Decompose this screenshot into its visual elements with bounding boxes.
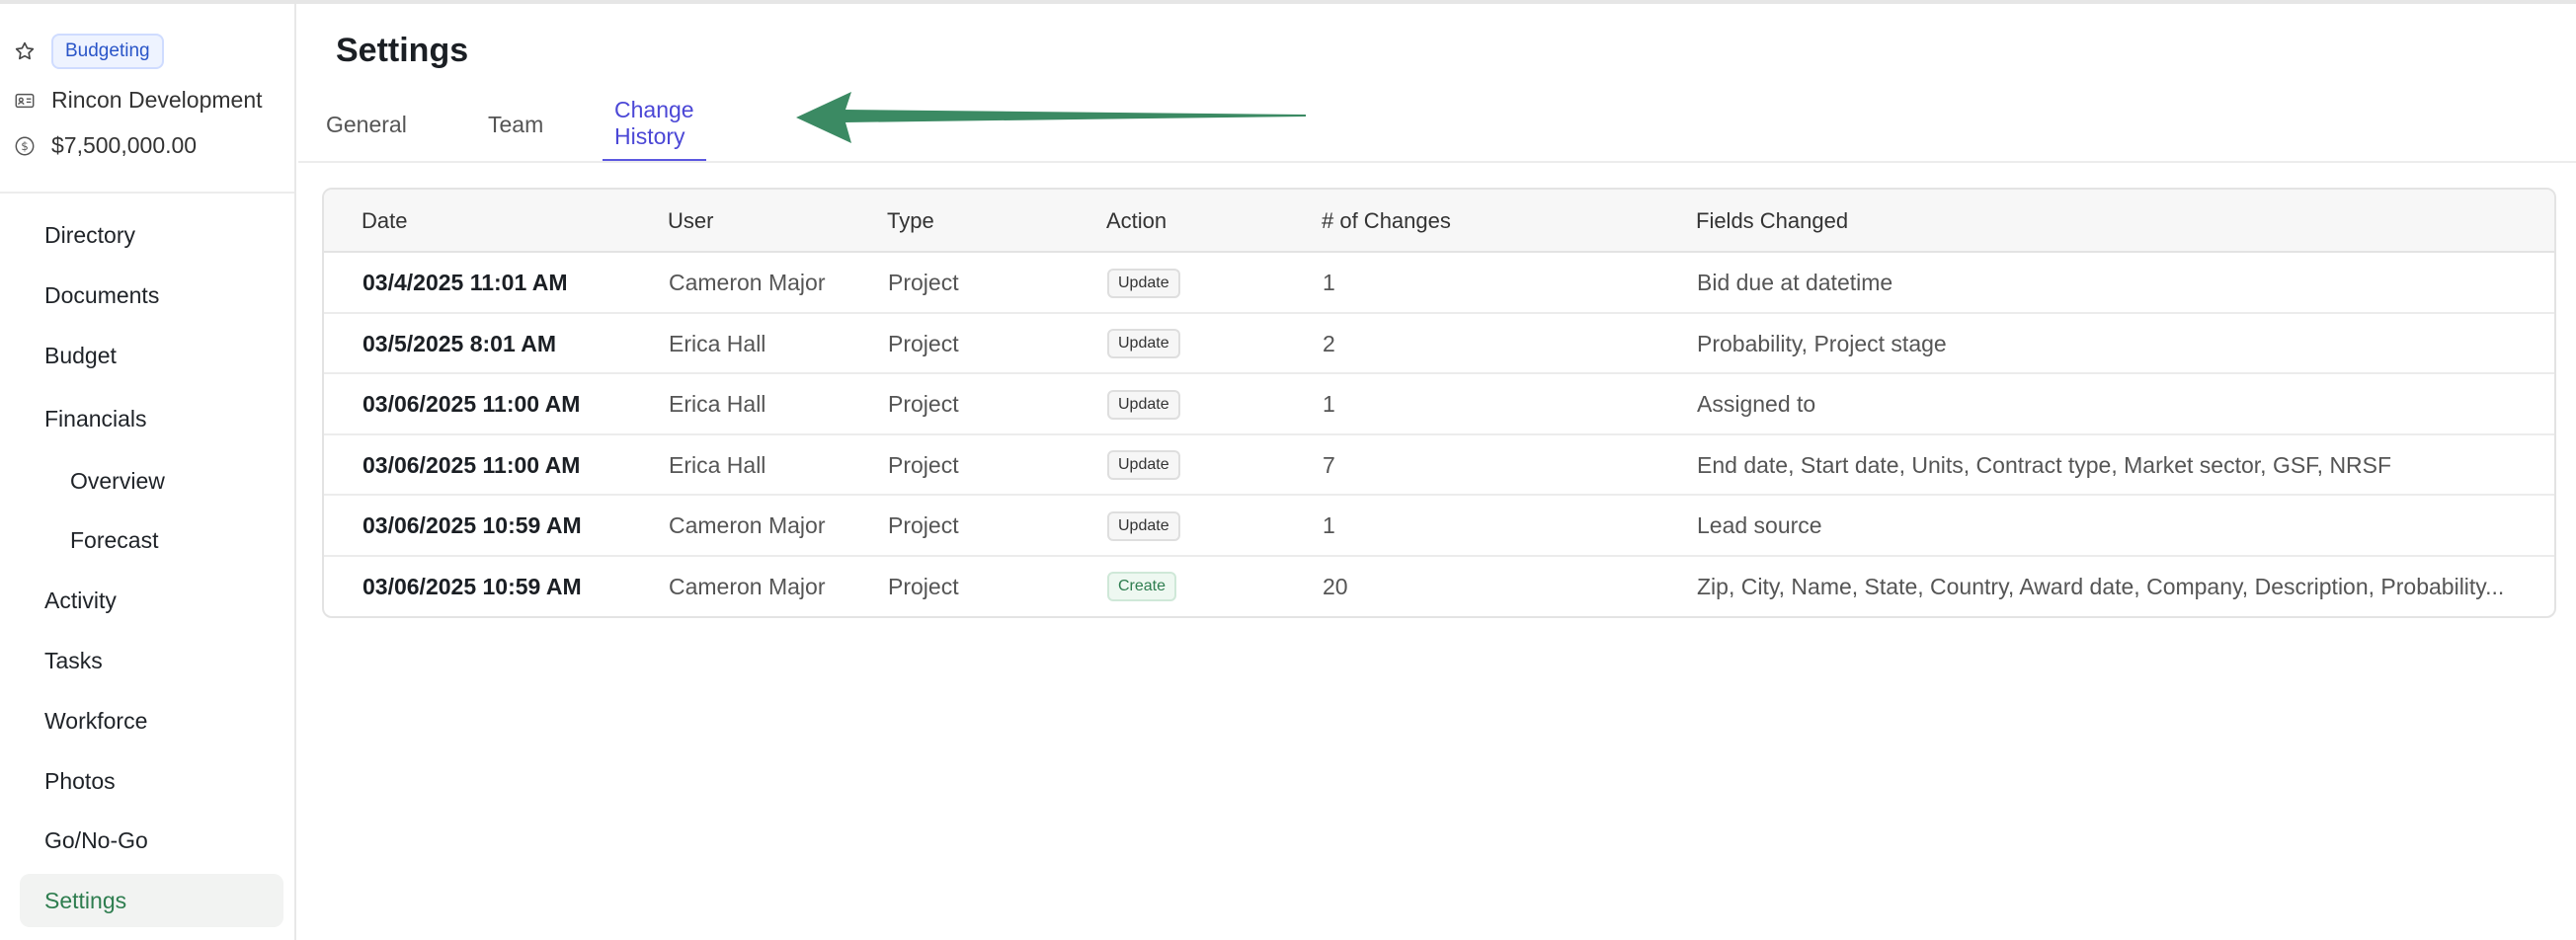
cell-type: Project (888, 391, 959, 417)
table-row[interactable]: 03/06/2025 10:59 AM Cameron Major Projec… (324, 557, 2554, 617)
tab-team[interactable]: Team (476, 87, 555, 162)
table-row[interactable]: 03/06/2025 11:00 AM Erica Hall Project U… (324, 374, 2554, 435)
fields-changed-text: Zip, City, Name, State, Country, Award d… (1697, 573, 2505, 599)
sidebar-item-workforce[interactable]: Workforce (20, 694, 283, 747)
cell-type: Project (888, 573, 959, 599)
page-title: Settings (336, 32, 469, 69)
sidebar-item-photos[interactable]: Photos (20, 754, 283, 808)
column-header-date[interactable]: Date (362, 190, 407, 253)
cell-action: Update (1107, 435, 1180, 496)
cell-fields: Bid due at datetime (1697, 253, 2536, 313)
app-window: Budgeting Rincon Development $ $7,500,00… (0, 0, 2576, 940)
cell-changes: 7 (1323, 451, 1335, 478)
sidebar-item-overview[interactable]: Overview (20, 454, 283, 508)
cell-changes: 20 (1323, 573, 1348, 599)
column-header-action[interactable]: Action (1106, 190, 1167, 253)
cell-action: Update (1107, 253, 1180, 313)
sidebar-item-activity[interactable]: Activity (20, 574, 283, 627)
project-amount: $7,500,000.00 (51, 132, 198, 158)
cell-changes: 1 (1323, 391, 1335, 417)
sidebar-item-documents[interactable]: Documents (20, 269, 283, 322)
status-badge: Budgeting (51, 34, 164, 69)
action-badge: Update (1107, 389, 1180, 420)
cell-type: Project (888, 330, 959, 356)
cell-user: Cameron Major (669, 270, 826, 295)
column-header-changes[interactable]: # of Changes (1322, 190, 1451, 253)
cell-changes: 1 (1323, 270, 1335, 295)
cell-user: Erica Hall (669, 391, 766, 417)
top-rule (0, 0, 2576, 4)
sidebar-divider (0, 192, 294, 194)
column-header-fields[interactable]: Fields Changed (1696, 190, 1848, 253)
cell-user: Erica Hall (669, 451, 766, 478)
fields-changed-text: Bid due at datetime (1697, 270, 1893, 295)
svg-text:$: $ (21, 139, 29, 153)
table-row[interactable]: 03/5/2025 8:01 AM Erica Hall Project Upd… (324, 314, 2554, 374)
cell-date: 03/06/2025 10:59 AM (362, 512, 582, 538)
sidebar-item-directory[interactable]: Directory (20, 208, 283, 262)
cell-date: 03/5/2025 8:01 AM (362, 330, 557, 356)
id-card-icon (12, 88, 38, 114)
cell-user: Cameron Major (669, 573, 826, 599)
change-history-table: Date User Type Action # of Changes Field… (322, 188, 2556, 618)
cell-type: Project (888, 451, 959, 478)
cell-type: Project (888, 270, 959, 295)
cell-fields: End date, Start date, Units, Contract ty… (1697, 435, 2536, 496)
client-name: Rincon Development (51, 87, 263, 113)
table-row[interactable]: 03/06/2025 10:59 AM Cameron Major Projec… (324, 496, 2554, 557)
cell-fields: Probability, Project stage (1697, 314, 2536, 374)
fields-changed-text: End date, Start date, Units, Contract ty… (1697, 451, 2392, 478)
cell-changes: 2 (1323, 330, 1335, 356)
fields-changed-text: Assigned to (1697, 391, 1816, 417)
fields-changed-text: Lead source (1697, 512, 1822, 538)
cell-date: 03/06/2025 10:59 AM (362, 573, 582, 599)
tabs-divider (298, 161, 2576, 163)
cell-action: Create (1107, 557, 1177, 617)
cell-fields: Zip, City, Name, State, Country, Award d… (1697, 557, 2536, 617)
sidebar-item-budget[interactable]: Budget (20, 329, 283, 382)
sidebar-item-financials[interactable]: Financials (20, 392, 283, 445)
action-badge: Update (1107, 510, 1180, 541)
cell-action: Update (1107, 496, 1180, 556)
column-header-user[interactable]: User (668, 190, 713, 253)
cell-action: Update (1107, 314, 1180, 374)
sidebar-item-forecast[interactable]: Forecast (20, 513, 283, 567)
table-row[interactable]: 03/4/2025 11:01 AM Cameron Major Project… (324, 253, 2554, 314)
cell-type: Project (888, 512, 959, 538)
star-icon[interactable] (12, 39, 38, 64)
cell-date: 03/06/2025 11:00 AM (362, 391, 581, 417)
column-header-type[interactable]: Type (887, 190, 934, 253)
dollar-circle-icon: $ (12, 133, 38, 159)
action-badge: Update (1107, 268, 1180, 298)
annotation-arrow-icon (796, 92, 1306, 143)
cell-date: 03/06/2025 11:00 AM (362, 451, 581, 478)
tab-general[interactable]: General (314, 87, 419, 162)
sidebar-item-go-no-go[interactable]: Go/No-Go (20, 814, 283, 867)
cell-action: Update (1107, 374, 1180, 434)
action-badge: Create (1107, 572, 1177, 601)
table-header: Date User Type Action # of Changes Field… (324, 190, 2554, 253)
cell-fields: Assigned to (1697, 374, 2536, 434)
action-badge: Update (1107, 450, 1180, 480)
fields-changed-text: Probability, Project stage (1697, 330, 1947, 356)
sidebar-item-tasks[interactable]: Tasks (20, 634, 283, 687)
cell-user: Cameron Major (669, 512, 826, 538)
cell-date: 03/4/2025 11:01 AM (362, 270, 568, 295)
action-badge: Update (1107, 329, 1180, 358)
amount-row: $ $7,500,000.00 (12, 132, 197, 159)
table-row[interactable]: 03/06/2025 11:00 AM Erica Hall Project U… (324, 435, 2554, 496)
cell-user: Erica Hall (669, 330, 766, 356)
sidebar-item-settings[interactable]: Settings (20, 874, 283, 927)
project-badge-row: Budgeting (12, 34, 164, 69)
cell-changes: 1 (1323, 512, 1335, 538)
client-row: Rincon Development (12, 87, 263, 114)
sidebar: Budgeting Rincon Development $ $7,500,00… (0, 4, 296, 940)
tab-change-history[interactable]: Change History (603, 87, 706, 162)
cell-fields: Lead source (1697, 496, 2536, 556)
